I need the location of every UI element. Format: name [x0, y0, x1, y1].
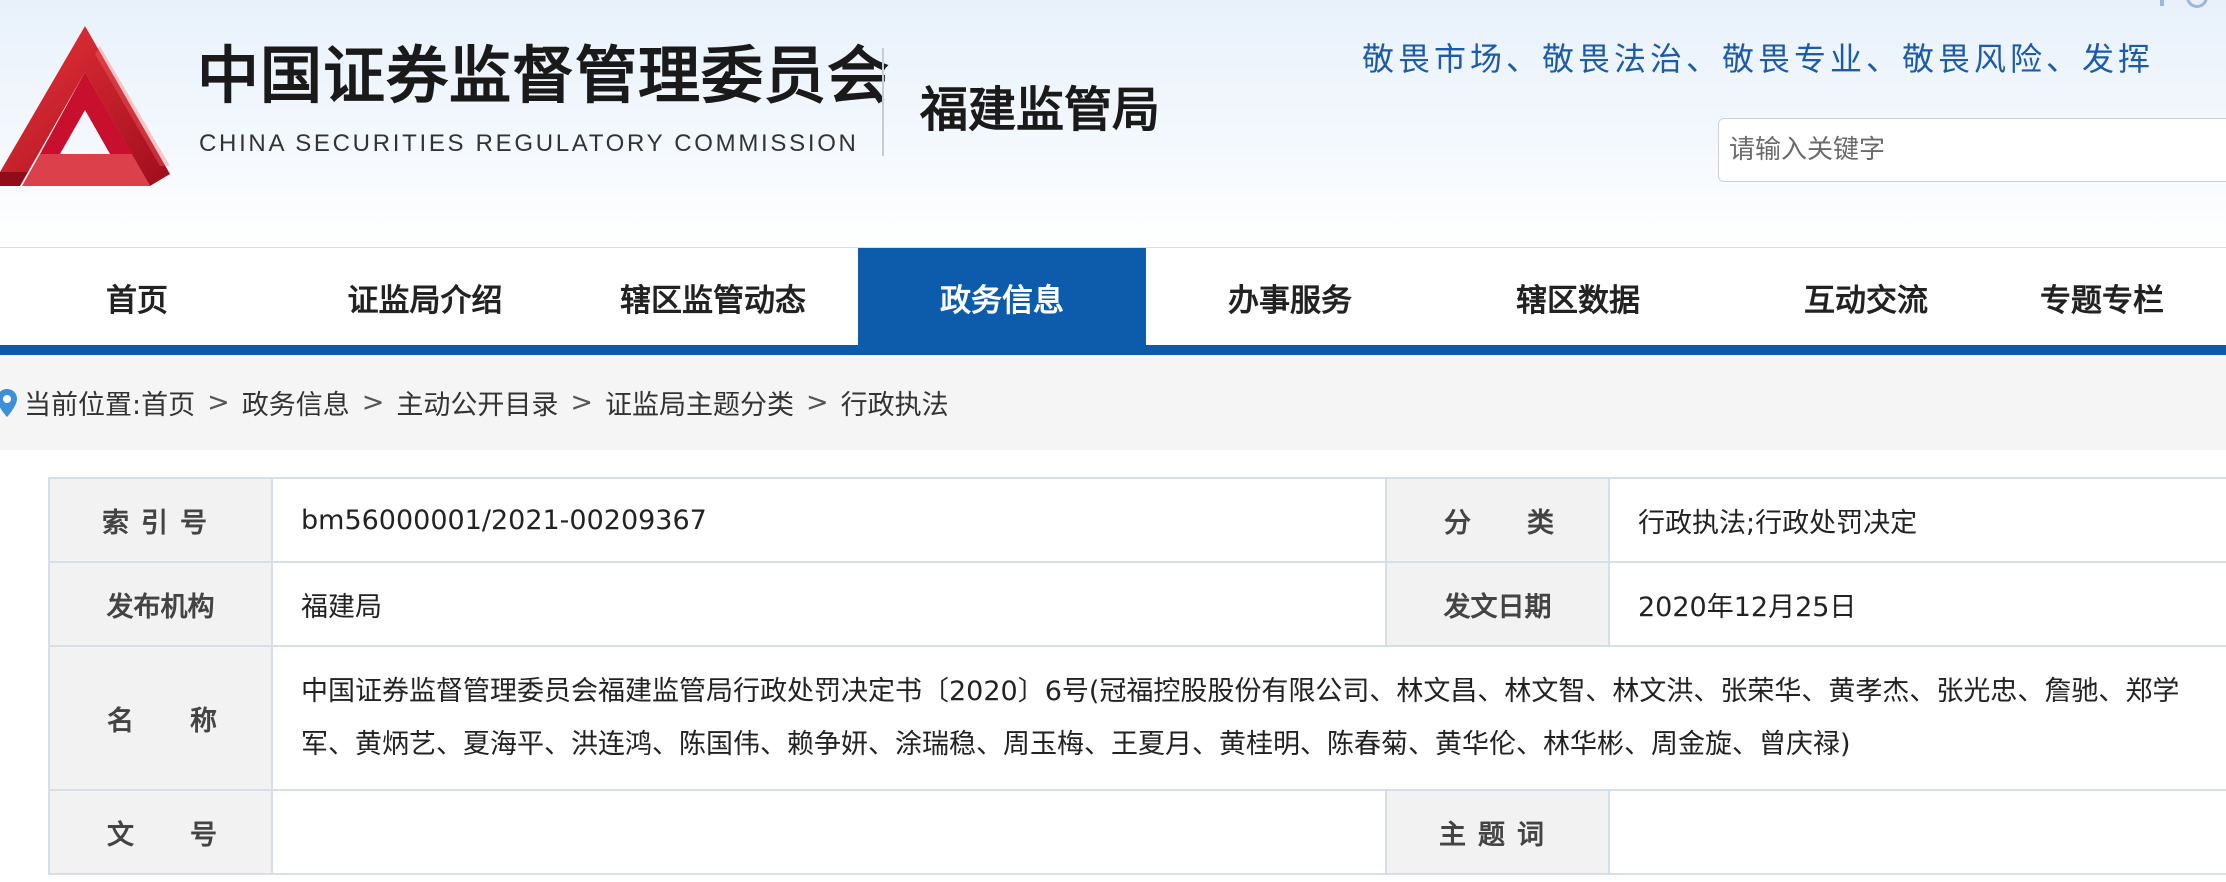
breadcrumb-public-catalog[interactable]: 主动公开目录 [396, 383, 558, 422]
nav-item-dynamics[interactable]: 辖区监管动态 [569, 248, 857, 346]
breadcrumb-gov-info[interactable]: 政务信息 [242, 383, 350, 422]
breadcrumb-separator: > [207, 387, 230, 418]
breadcrumb-bar: 当前位置: 首页 > 政务信息 > 主动公开目录 > 证监局主题分类 > 行政执… [0, 355, 2226, 450]
breadcrumb-separator: > [805, 387, 829, 418]
index-label: 索引号 [48, 477, 273, 563]
table-row: 索引号 bm56000001/2021-00209367 分类 行政执法;行政处… [48, 477, 2226, 563]
breadcrumb-separator: > [361, 387, 385, 418]
bureau-name: 福建监管局 [920, 82, 1161, 138]
docno-value [271, 789, 1387, 875]
nav-item-data[interactable]: 辖区数据 [1434, 248, 1722, 346]
nav-item-intro[interactable]: 证监局介绍 [281, 248, 569, 346]
category-label: 分类 [1385, 477, 1610, 563]
nav-item-gov-info[interactable]: 政务信息 [858, 248, 1146, 346]
breadcrumb-separator: > [570, 387, 593, 418]
nav-underline [0, 345, 2226, 355]
nav-item-services[interactable]: 办事服务 [1146, 248, 1434, 346]
nav-item-home[interactable]: 首页 [0, 248, 281, 346]
nav-item-special[interactable]: 专题专栏 [2040, 248, 2226, 346]
category-value: 行政执法;行政处罚决定 [1608, 477, 2226, 563]
slogan-text: 敬畏市场、敬畏法治、敬畏专业、敬畏风险、发挥 [1362, 40, 2155, 78]
document-info-table: 索引号 bm56000001/2021-00209367 分类 行政执法;行政处… [48, 477, 2226, 875]
name-value: 中国证券监督管理委员会福建监管局行政处罚决定书〔2020〕6号(冠福控股股份有限… [271, 645, 2226, 791]
docno-label: 文号 [48, 789, 273, 875]
nav-item-interaction[interactable]: 互动交流 [1722, 248, 2010, 346]
table-row: 文号 主题词 [48, 789, 2226, 875]
breadcrumb-topic-category[interactable]: 证监局主题分类 [605, 383, 794, 422]
table-row: 发布机构 福建局 发文日期 2020年12月25日 [48, 561, 2226, 647]
date-label: 发文日期 [1385, 561, 1610, 647]
search-input[interactable] [1718, 118, 2226, 182]
name-label: 名称 [48, 645, 273, 791]
csrc-logo-icon[interactable] [0, 26, 170, 186]
main-nav: 首页 证监局介绍 辖区监管动态 政务信息 办事服务 辖区数据 互动交流 专题专栏 [0, 247, 2226, 346]
keyword-value [1608, 789, 2226, 875]
breadcrumb-home[interactable]: 首页 [141, 383, 195, 422]
publisher-value: 福建局 [271, 561, 1387, 647]
site-header: 中国证券监督管理委员会 CHINA SECURITIES REGULATORY … [0, 0, 2226, 247]
site-title-cn: 中国证券监督管理委员会 [197, 39, 891, 112]
site-title-en: CHINA SECURITIES REGULATORY COMMISSION [199, 130, 859, 157]
location-pin-icon [0, 388, 17, 417]
keyword-label: 主题词 [1385, 789, 1610, 875]
breadcrumb: 当前位置: 首页 > 政务信息 > 主动公开目录 > 证监局主题分类 > 行政执… [0, 355, 949, 450]
date-value: 2020年12月25日 [1608, 561, 2226, 647]
publisher-label: 发布机构 [48, 561, 273, 647]
breadcrumb-prefix: 当前位置: [24, 390, 142, 421]
index-value: bm56000001/2021-00209367 [271, 477, 1387, 563]
header-divider [882, 48, 884, 156]
top-circle-icon[interactable] [2186, 0, 2208, 8]
top-edge-icon [2160, 0, 2164, 6]
breadcrumb-admin-enforcement[interactable]: 行政执法 [841, 383, 949, 422]
table-row: 名称 中国证券监督管理委员会福建监管局行政处罚决定书〔2020〕6号(冠福控股股… [48, 645, 2226, 791]
